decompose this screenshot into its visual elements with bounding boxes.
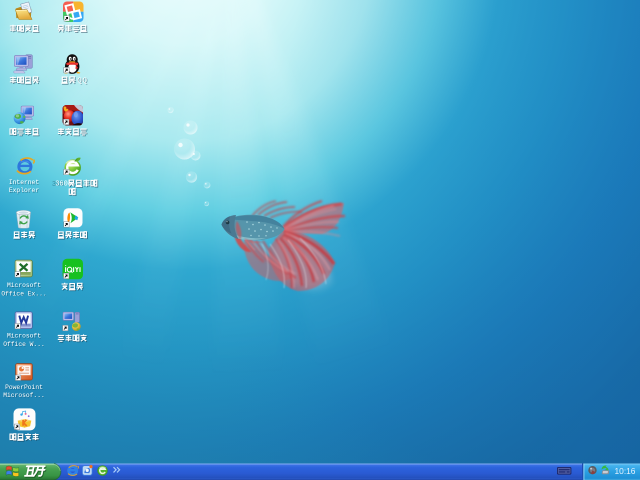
- svg-text:Internet: Internet: [9, 179, 39, 186]
- svg-text:360: 360: [55, 180, 68, 188]
- svg-text:QQ: QQ: [77, 77, 87, 85]
- svg-text:Microsoft: Microsoft: [7, 333, 41, 340]
- svg-text:Office Ex...: Office Ex...: [1, 290, 46, 297]
- svg-text:Microsof...: Microsof...: [3, 392, 45, 399]
- svg-text:Explorer: Explorer: [9, 187, 39, 194]
- svg-text:Office W...: Office W...: [3, 341, 45, 348]
- svg-text:PowerPoint: PowerPoint: [5, 384, 43, 391]
- svg-text:10:16: 10:16: [615, 466, 636, 476]
- svg-text:Microsoft: Microsoft: [7, 282, 41, 289]
